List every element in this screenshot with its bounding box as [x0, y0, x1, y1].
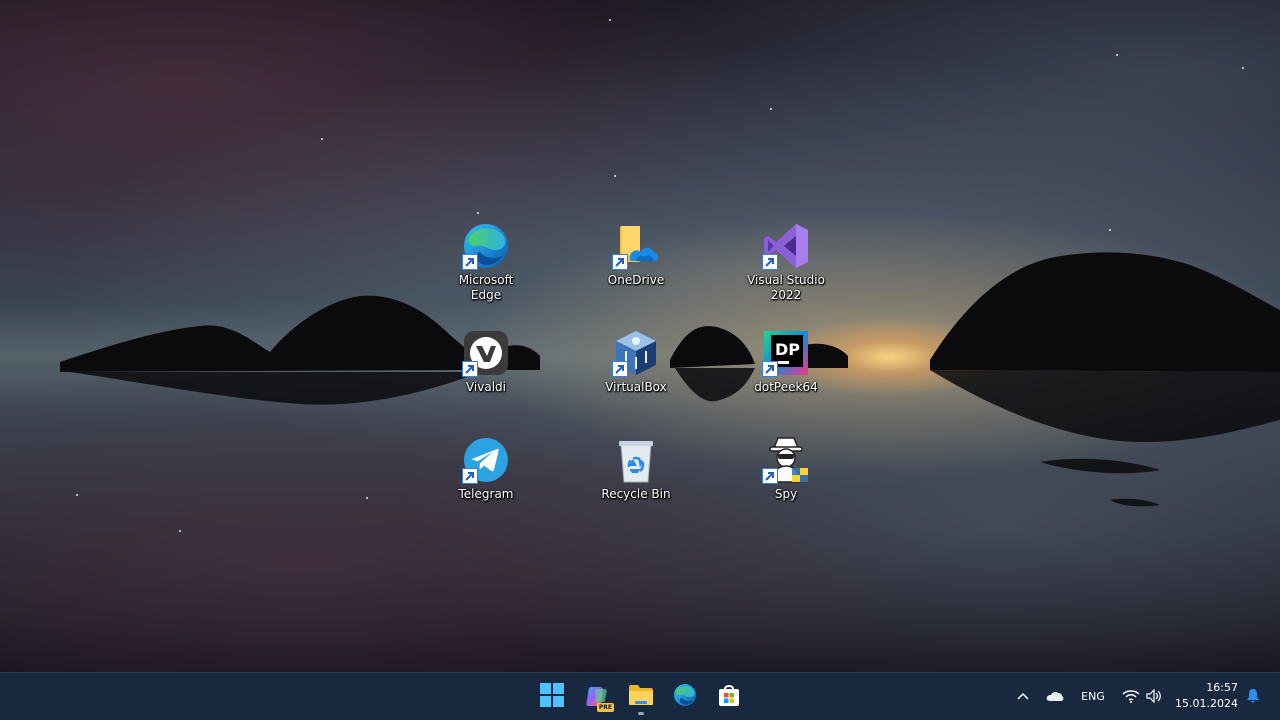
shortcut-arrow-icon — [762, 468, 778, 484]
store-icon — [717, 683, 741, 711]
visual-studio-icon — [762, 222, 810, 270]
tray-onedrive[interactable] — [1043, 685, 1067, 707]
taskbar-edge-button[interactable] — [666, 678, 704, 716]
taskbar-active-indicator — [638, 712, 644, 715]
wifi-icon — [1122, 690, 1140, 703]
desktop-icon-label: VirtualBox — [605, 380, 667, 394]
desktop-icon-grid: Microsoft Edge OneDrive Visual Studio 20… — [0, 0, 1280, 672]
shortcut-arrow-icon — [462, 361, 478, 377]
desktop-icon-label: Recycle Bin — [601, 487, 671, 501]
clock-date: 15.01.2024 — [1175, 697, 1238, 710]
tray-network-volume[interactable] — [1118, 684, 1166, 708]
edge-icon — [673, 683, 697, 711]
desktop-icon-recycle-bin[interactable]: Recycle Bin — [597, 432, 675, 532]
tray-clock[interactable]: 16:57 15.01.2024 — [1175, 680, 1238, 712]
tray-notifications[interactable] — [1242, 685, 1264, 707]
desktop-icon-label: Microsoft Edge — [458, 273, 514, 302]
shortcut-arrow-icon — [612, 361, 628, 377]
desktop-icon-dotpeek64[interactable]: DP dotPeek64 — [747, 325, 825, 425]
desktop-icon-spy[interactable]: Spy — [747, 432, 825, 532]
onedrive-folder-icon — [612, 222, 660, 270]
shortcut-arrow-icon — [762, 361, 778, 377]
tray-input-language[interactable]: ENG — [1076, 685, 1110, 707]
edge-icon — [462, 222, 510, 270]
desktop-icon-virtualbox[interactable]: VirtualBox — [597, 325, 675, 425]
shortcut-arrow-icon — [612, 254, 628, 270]
chevron-up-icon — [1017, 692, 1029, 700]
telegram-icon — [462, 436, 510, 484]
taskbar-copilot-button[interactable]: PRE — [578, 678, 616, 716]
desktop-icon-label: Visual Studio 2022 — [747, 273, 825, 302]
shortcut-arrow-icon — [462, 254, 478, 270]
desktop-icon-label: Telegram — [458, 487, 514, 501]
virtualbox-icon — [612, 329, 660, 377]
windows-start-icon — [540, 683, 564, 711]
clock-time: 16:57 — [1206, 681, 1238, 694]
file-explorer-icon — [628, 684, 654, 710]
taskbar: PRE ENG 16:57 15.01.2024 — [0, 672, 1280, 720]
tray-show-hidden-icons[interactable] — [1012, 685, 1034, 707]
taskbar-file-explorer-button[interactable] — [622, 678, 660, 716]
desktop-icon-microsoft-edge[interactable]: Microsoft Edge — [447, 218, 525, 318]
taskbar-start-button[interactable] — [533, 678, 571, 716]
desktop-icon-visual-studio-2022[interactable]: Visual Studio 2022 — [747, 218, 825, 318]
desktop-icon-vivaldi[interactable]: Vivaldi — [447, 325, 525, 425]
shortcut-arrow-icon — [762, 254, 778, 270]
dotpeek-icon: DP — [762, 329, 810, 377]
vivaldi-icon — [462, 329, 510, 377]
desktop-icon-telegram[interactable]: Telegram — [447, 432, 525, 532]
recycle-bin-icon — [612, 436, 660, 484]
spy-icon — [762, 436, 810, 484]
dotpeek-badge-text: DP — [775, 340, 800, 359]
bell-icon — [1247, 689, 1259, 703]
desktop-icon-onedrive[interactable]: OneDrive — [597, 218, 675, 318]
desktop-icon-label: dotPeek64 — [754, 380, 818, 394]
shortcut-arrow-icon — [462, 468, 478, 484]
copilot-icon: PRE — [584, 685, 614, 712]
taskbar-store-button[interactable] — [710, 678, 748, 716]
desktop-icon-label: OneDrive — [607, 273, 665, 287]
cloud-icon — [1046, 691, 1064, 701]
copilot-pre-badge: PRE — [596, 703, 614, 712]
volume-icon — [1146, 689, 1161, 703]
desktop-wallpaper[interactable]: Microsoft Edge OneDrive Visual Studio 20… — [0, 0, 1280, 672]
desktop-icon-label: Vivaldi — [465, 380, 507, 394]
desktop-icon-label: Spy — [774, 487, 798, 501]
